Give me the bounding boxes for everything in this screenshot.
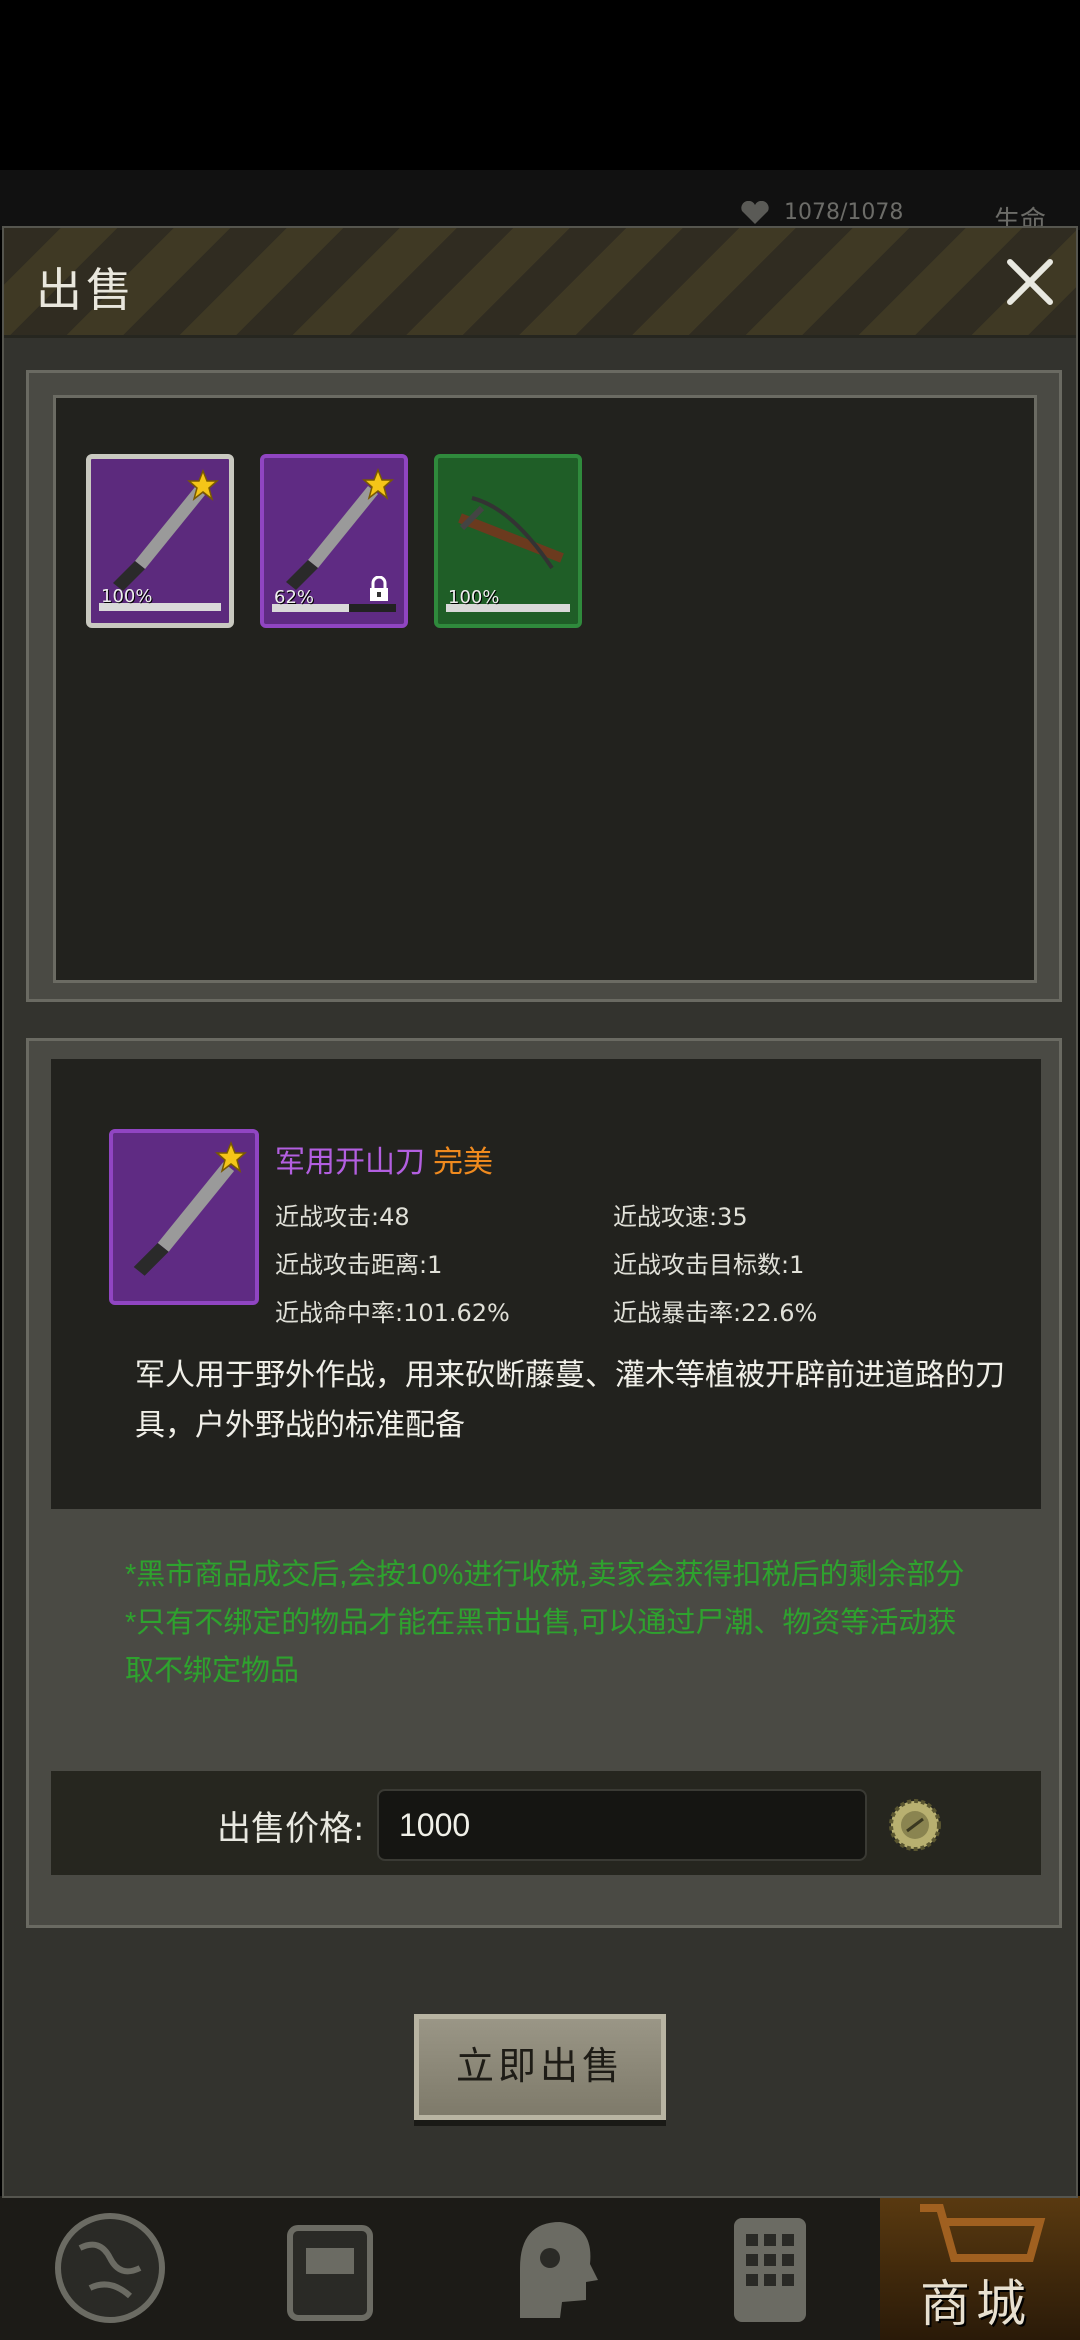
bottom-nav	[0, 2196, 1080, 2340]
phone-icon	[734, 2218, 806, 2322]
item-detail-card: 军用开山刀 完美 近战攻击:48 近战攻速:35 近战攻击距离:1 近战攻击目标数…	[51, 1059, 1041, 1509]
shop-label: 商城	[920, 2275, 1032, 2333]
price-row: 出售价格: 1000	[51, 1771, 1041, 1875]
inventory-slot-machete-locked[interactable]: 62%	[260, 454, 408, 628]
background-top-bar	[0, 170, 1080, 230]
durability-percent: 100%	[448, 587, 500, 608]
stat-melee-speed: 近战攻速:35	[613, 1203, 748, 1231]
stat-melee-targets: 近战攻击目标数:1	[613, 1251, 805, 1279]
durability-percent: 62%	[274, 587, 315, 608]
detail-panel: 军用开山刀 完美 近战攻击:48 近战攻速:35 近战攻击距离:1 近战攻击目标数…	[26, 1038, 1062, 1928]
durability-percent: 100%	[101, 586, 153, 607]
note-unbound: *只有不绑定的物品才能在黑市出售,可以通过尸潮、物资等活动获取不绑定物品	[125, 1607, 957, 1687]
backpack-icon	[287, 2225, 373, 2321]
inventory-slot-crossbow[interactable]: 100%	[434, 454, 582, 628]
inventory-slot-machete-selected[interactable]: 100%	[86, 454, 234, 628]
stat-melee-attack: 近战攻击:48	[275, 1203, 410, 1231]
stat-melee-range: 近战攻击距离:1	[275, 1251, 443, 1279]
stat-melee-hit-rate: 近战命中率:101.62%	[275, 1299, 510, 1327]
item-title: 军用开山刀 完美	[275, 1137, 493, 1181]
globe-icon	[55, 2213, 165, 2323]
item-description: 军人用于野外作战，用来砍断藤蔓、灌木等植被开辟前进道路的刀具，户外野战的标准配备	[135, 1358, 1005, 1443]
item-name: 军用开山刀	[275, 1145, 425, 1180]
inventory-grid: 100% 62% 100%	[53, 395, 1037, 983]
sell-dialog: 出售 100% 62% 100% 军用开山刀 完美 近战攻击:48 近战攻速:3…	[2, 226, 1078, 2198]
hp-readout: 1078/1078	[740, 200, 903, 225]
bottle-cap-coin-icon	[889, 1799, 941, 1851]
price-label: 出售价格:	[217, 1809, 365, 1849]
star-icon	[362, 468, 394, 500]
nav-phone[interactable]	[700, 2196, 840, 2340]
price-input[interactable]: 1000	[377, 1789, 867, 1861]
head-icon	[520, 2222, 598, 2318]
market-notes: *黑市商品成交后,会按10%进行收税,卖家会获得扣税后的剩余部分 *只有不绑定的…	[125, 1551, 965, 1695]
sell-now-button[interactable]: 立即出售	[414, 2014, 666, 2120]
dialog-header	[4, 228, 1076, 338]
lock-icon	[370, 576, 388, 601]
close-icon[interactable]	[1000, 252, 1060, 312]
star-icon	[187, 469, 219, 501]
note-tax: *黑市商品成交后,会按10%进行收税,卖家会获得扣税后的剩余部分	[125, 1559, 965, 1591]
crossbow-icon	[458, 496, 564, 570]
hp-value: 1078/1078	[784, 200, 904, 225]
nav-backpack[interactable]	[250, 2196, 410, 2340]
nav-world[interactable]	[40, 2196, 180, 2340]
item-detail-icon	[109, 1129, 259, 1305]
star-icon	[215, 1141, 247, 1173]
nav-skills[interactable]	[480, 2196, 620, 2340]
inventory-panel: 100% 62% 100%	[26, 370, 1062, 1002]
heart-icon	[741, 201, 769, 224]
dialog-title: 出售	[36, 263, 136, 317]
stat-melee-crit-rate: 近战暴击率:22.6%	[613, 1299, 818, 1327]
item-quality: 完美	[433, 1145, 493, 1180]
